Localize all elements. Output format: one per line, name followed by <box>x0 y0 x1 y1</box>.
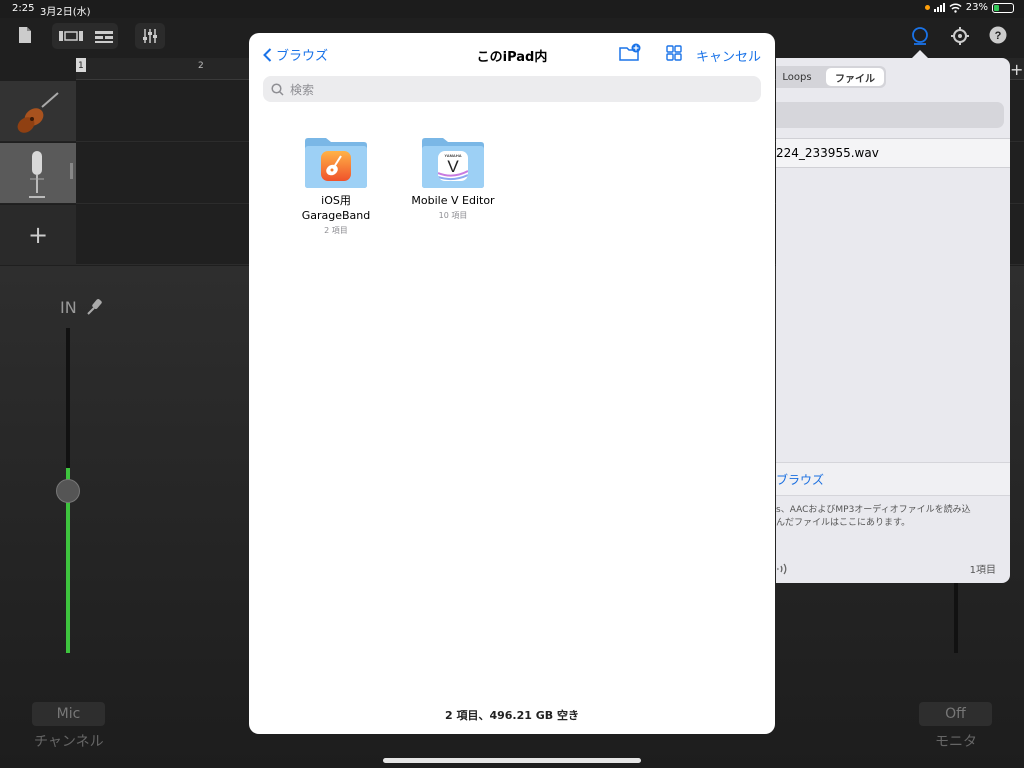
tab-files[interactable]: ファイル <box>826 68 884 86</box>
channel-caption: チャンネル <box>34 734 104 750</box>
input-label: IN <box>60 298 77 317</box>
status-right: 23% <box>924 2 1014 13</box>
folder-mobile-v-editor[interactable]: YAMAHA V Mobile V Editor 10 項目 <box>403 137 503 221</box>
svg-text:?: ? <box>995 30 1002 42</box>
garageband-app-icon <box>321 151 351 181</box>
track-header-mic[interactable] <box>0 143 76 204</box>
search-icon <box>271 82 284 96</box>
mic-indicator-icon <box>924 5 930 10</box>
folder-name-line-2: GarageBand <box>301 209 371 222</box>
folder-icon <box>304 137 368 189</box>
folder-item-count: 2 項目 <box>324 226 348 235</box>
popover-item-count: 1項目 <box>969 565 996 576</box>
loop-browser-popover: Loops ファイル 224_233955.wav ブラウズ s、AACおよびM… <box>776 58 1010 583</box>
tab-loops[interactable]: Loops <box>776 68 826 86</box>
mixer-button[interactable] <box>135 23 165 49</box>
wifi-icon <box>949 3 962 13</box>
loop-browser-icon[interactable] <box>910 26 930 46</box>
files-info-text: s、AACおよびMP3オーディオファイルを読み込 んだファイルはここにあります。 <box>776 504 1006 530</box>
grid-view-icon[interactable] <box>663 43 685 63</box>
status-date: 3月2日(水) <box>40 7 91 18</box>
status-time: 2:25 <box>12 3 35 14</box>
info-line-1: s、AACおよびMP3オーディオファイルを読み込 <box>776 505 971 515</box>
cancel-button[interactable]: キャンセル <box>696 46 761 65</box>
folder-item-count: 10 項目 <box>438 211 468 220</box>
popover-caret <box>912 50 928 58</box>
ruler-bar-1: 1 <box>78 61 84 71</box>
folder-name: iOS用 GarageBand <box>286 193 386 223</box>
track-header-guitar[interactable] <box>0 81 76 142</box>
popover-search-field[interactable] <box>776 102 1004 128</box>
storage-status: 2 項目、496.21 GB 空き <box>444 709 579 722</box>
view-toggle-icon <box>59 31 113 43</box>
signal-icon <box>933 3 945 12</box>
folder-name-line-1: Mobile V Editor <box>411 194 495 207</box>
battery-icon <box>992 2 1014 13</box>
ruler-bar-2: 2 <box>198 61 204 71</box>
status-bar: 2:25 3月2日(水) 23% <box>0 0 1024 18</box>
help-icon[interactable]: ? <box>989 26 1007 44</box>
browse-items-link[interactable]: ブラウズ <box>776 462 1010 496</box>
add-loop-icon[interactable]: + <box>1010 60 1023 79</box>
violin-icon <box>17 92 59 133</box>
input-fader-knob[interactable] <box>56 479 80 503</box>
new-folder-icon[interactable] <box>619 43 641 63</box>
files-nav-bar: ブラウズ このiPad内 キャンセル <box>249 33 775 73</box>
input-jack-icon[interactable] <box>86 296 104 316</box>
settings-gear-icon[interactable] <box>950 26 970 46</box>
search-placeholder: 検索 <box>290 82 315 97</box>
folder-name: Mobile V Editor <box>403 193 503 208</box>
folder-icon: YAMAHA V <box>421 137 485 189</box>
view-toggle-button[interactable] <box>52 23 118 49</box>
channel-button[interactable]: Mic <box>32 702 105 726</box>
microphone-icon <box>29 151 45 198</box>
track-resize-handle[interactable] <box>70 163 73 179</box>
monitor-button[interactable]: Off <box>919 702 992 726</box>
audio-file-row[interactable]: 224_233955.wav <box>776 138 1010 168</box>
browse-link-label: ブラウズ <box>776 472 825 487</box>
sliders-icon <box>143 29 157 43</box>
document-icon[interactable] <box>18 26 32 44</box>
home-indicator[interactable] <box>383 758 641 763</box>
info-line-2: んだファイルはここにあります。 <box>776 518 911 528</box>
folder-garageband[interactable]: iOS用 GarageBand 2 項目 <box>286 137 386 236</box>
monitor-fader-track <box>954 583 958 653</box>
popover-footer: 1項目 <box>776 554 1010 583</box>
add-track-button[interactable]: + <box>0 205 76 265</box>
files-picker-modal: ブラウズ このiPad内 キャンセル 検索 iOS用 GarageBand 2 … <box>249 33 775 734</box>
files-search-field[interactable]: 検索 <box>263 76 761 102</box>
yamaha-app-icon: YAMAHA V <box>438 151 468 181</box>
folder-name-line-1: iOS用 <box>321 194 351 207</box>
battery-percent: 23% <box>965 2 988 13</box>
loops-files-segmented-control[interactable]: Loops ファイル <box>776 66 886 88</box>
speaker-icon[interactable] <box>776 563 792 575</box>
monitor-caption: モニタ <box>935 734 977 750</box>
audio-file-name: 224_233955.wav <box>776 146 879 160</box>
